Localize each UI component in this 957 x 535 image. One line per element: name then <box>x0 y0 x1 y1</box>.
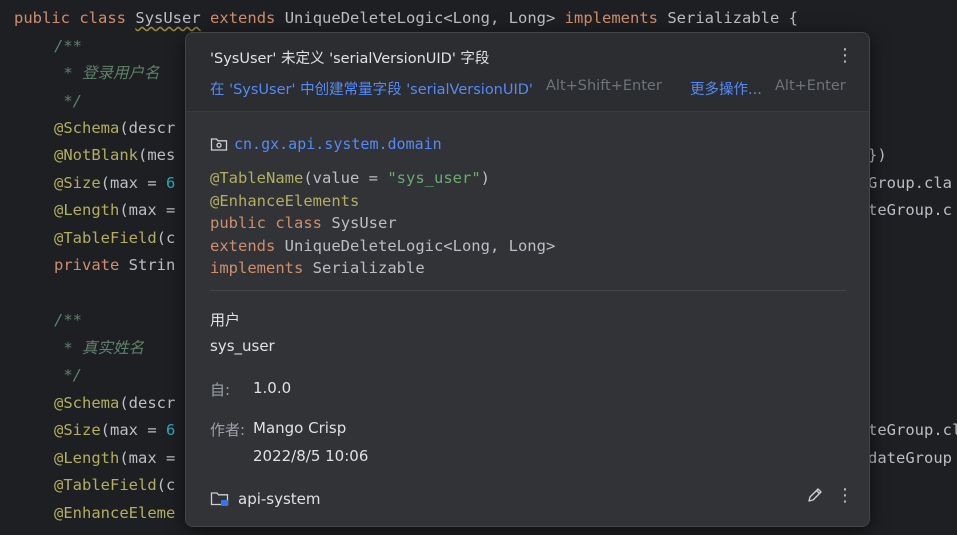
code-line-notblank-tail: }) <box>868 146 887 164</box>
more-actions-link[interactable]: 更多操作... <box>690 78 762 99</box>
documentation-body: cn.gx.api.system.domain @TableName(value… <box>186 111 869 526</box>
code-line-size: @Size(max = 6 <box>54 174 176 192</box>
package-name[interactable]: cn.gx.api.system.domain <box>234 135 442 153</box>
section-divider <box>210 290 846 291</box>
quick-documentation-popup: 'SysUser' 未定义 'serialVersionUID' 字段 ⋮ 在 … <box>185 32 870 527</box>
code-line-length-tail: teGroup.c <box>868 201 952 219</box>
code-line-comment-end: */ <box>54 92 82 110</box>
code-line-length: @Length(max = <box>54 201 176 219</box>
code-line-schema: @Schema(descr <box>54 119 176 137</box>
since-label: 自: <box>210 381 231 399</box>
module-link[interactable]: api-system <box>210 488 321 510</box>
class-name-warning[interactable]: SysUser <box>135 9 200 27</box>
create-serialversionuid-action[interactable]: 在 'SysUser' 中创建常量字段 'serialVersionUID' <box>210 78 533 99</box>
code-line-comment2-text: * 真实姓名 <box>54 339 144 357</box>
fix-shortcut-hint: Alt+Shift+Enter <box>546 78 662 94</box>
since-value: 1.0.0 <box>253 379 292 397</box>
package-link[interactable]: cn.gx.api.system.domain <box>210 134 442 154</box>
edit-source-icon[interactable] <box>806 486 824 504</box>
code-line-class-decl: public class SysUser extends UniqueDelet… <box>14 9 798 27</box>
inspection-title: 'SysUser' 未定义 'serialVersionUID' 字段 <box>210 51 490 67</box>
code-line-size2-tail: teGroup.cl <box>868 421 957 439</box>
code-line-comment2-start: /** <box>54 311 82 329</box>
module-folder-icon <box>210 492 229 506</box>
code-line-size2: @Size(max = 6 <box>54 421 176 439</box>
class-signature: @TableName(value = "sys_user") @EnhanceE… <box>210 169 556 277</box>
doc-table-name: sys_user <box>210 337 275 355</box>
author-label: 作者: <box>210 421 246 439</box>
module-name[interactable]: api-system <box>238 490 321 508</box>
author-date: 2022/8/5 10:06 <box>253 447 369 465</box>
code-line-size-tail: Group.cla <box>868 174 952 192</box>
code-line-tablefield2: @TableField(c <box>54 476 176 494</box>
doc-description: 用户 <box>210 311 241 329</box>
inspection-header: 'SysUser' 未定义 'serialVersionUID' 字段 ⋮ 在 … <box>186 33 869 111</box>
code-line-comment-text: * 登录用户名 <box>54 64 160 82</box>
footer-more-icon[interactable]: ⋮ <box>835 486 855 508</box>
code-line-length2-tail: dateGroup <box>868 449 952 467</box>
code-line-comment2-end: */ <box>54 366 82 384</box>
package-folder-icon <box>210 138 228 151</box>
more-actions-shortcut-hint: Alt+Enter <box>775 78 846 94</box>
code-line-tablefield: @TableField(c <box>54 229 176 247</box>
code-line-private-field: private Strin <box>54 256 176 274</box>
code-line-length2: @Length(max = <box>54 449 176 467</box>
code-line-schema2: @Schema(descr <box>54 394 176 412</box>
author-value: Mango Crisp <box>253 419 347 437</box>
code-line-notblank: @NotBlank(mes <box>54 146 176 164</box>
code-line-comment-start: /** <box>54 37 82 55</box>
more-options-icon[interactable]: ⋮ <box>835 45 855 67</box>
code-line-enhance: @EnhanceEleme <box>54 504 176 522</box>
